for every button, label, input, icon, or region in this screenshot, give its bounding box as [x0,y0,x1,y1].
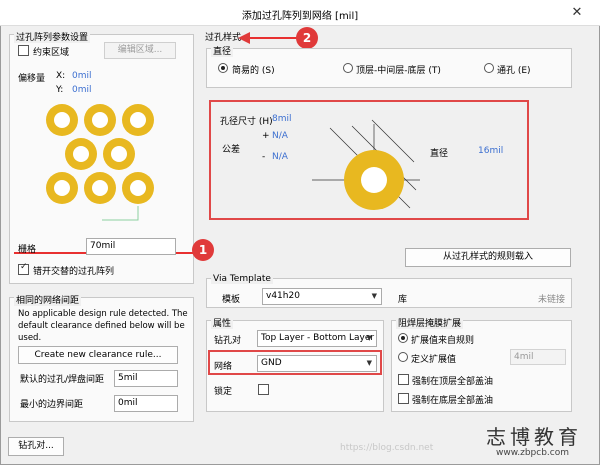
properties-group-label: 属性 [211,316,234,329]
radio-through-hole-label: 通孔 (E) [497,66,531,76]
grid-label: 栅格 [18,245,37,255]
force-bottom-label: 强制在底层全部盖油 [412,396,494,406]
diameter-value[interactable]: 16mil [478,146,503,156]
dropdown-arrow-icon: ▼ [366,359,372,367]
mask-value-input[interactable]: 4mil [510,349,566,365]
watermark-cn: 志博教育 [486,425,582,449]
clearance-note: No applicable design rule detected. The … [18,309,188,343]
radio-top-mid-bottom-label: 顶层-中间层-底层 (T) [356,66,441,76]
grid-dimension-line [102,206,139,221]
drill-pair-label: 钻孔对 [214,336,242,346]
close-icon[interactable]: ✕ [566,4,588,22]
diameter-value-label: 直径 [430,149,449,159]
hole-size-value[interactable]: 8mil [272,114,292,124]
arrow-left-icon [238,32,250,44]
template-label: 模板 [222,295,241,305]
marker-1: 1 [192,239,214,261]
via-hole-shape [361,167,387,193]
hole-size-label: 孔径尺寸 (H) [220,117,273,127]
offset-y-label: Y: [56,85,64,95]
mask-rule-radio[interactable] [398,333,408,343]
stagger-label: 错开交替的过孔阵列 [33,267,115,277]
net-dropdown-value: GND [261,358,282,368]
lock-checkbox[interactable] [258,384,269,395]
radio-simple-label: 简易的 (S) [232,66,275,76]
via-array-preview [46,104,154,221]
load-from-rule-button[interactable]: 从过孔样式的规则载入 [405,248,571,267]
radio-top-mid-bottom[interactable] [343,63,353,73]
via-array-row-3 [46,172,154,204]
constrain-region-checkbox[interactable] [18,45,29,56]
drill-pairs-button[interactable]: 钻孔对... [8,437,64,456]
default-clearance-input[interactable]: 5mil [114,370,178,387]
via-diagram [312,119,420,210]
clearance-group-label: 相同的网络间距 [14,293,82,306]
via-array-row-2 [65,138,135,170]
watermark-site: www.zbpcb.com [496,448,570,458]
min-border-label: 最小的边界间距 [20,400,84,410]
mask-specify-label: 定义扩展值 [411,355,457,365]
min-border-input[interactable]: 0mil [114,395,178,412]
force-bottom-checkbox[interactable] [398,393,409,404]
offset-x-value: 0mil [72,71,92,81]
net-dropdown[interactable]: GND ▼ [257,355,377,372]
tolerance-plus-sign: + [262,131,270,141]
marker-2: 2 [296,27,318,49]
via-array-row-1 [46,104,154,136]
template-dropdown-value: v41h20 [266,291,300,301]
mask-rule-label: 扩展值来自规则 [411,336,475,346]
offset-label: 偏移量 [18,74,46,84]
edit-region-button[interactable]: 编辑区域... [104,42,176,59]
via-style-group-label: 过孔样式 [205,33,242,43]
library-label: 库 [398,295,408,305]
force-top-label: 强制在顶层全部盖油 [412,377,494,387]
lock-label: 锁定 [214,387,233,397]
template-group-label: Via Template [211,274,273,284]
constrain-region-label: 约束区域 [33,48,70,58]
offset-y-value: 0mil [72,85,92,95]
grid-input[interactable]: 70mil [86,238,176,255]
tolerance-plus-value[interactable]: N/A [272,131,288,141]
offset-x-label: X: [56,71,66,81]
create-clearance-rule-button[interactable]: Create new clearance rule... [18,346,178,364]
tolerance-label: 公差 [222,145,241,155]
library-status: 未链接 [538,295,566,305]
dropdown-arrow-icon: ▼ [371,292,377,300]
mask-group-label: 阻焊层掩膜扩展 [396,316,464,329]
template-dropdown[interactable]: v41h20 ▼ [262,288,382,305]
radio-simple[interactable] [218,63,228,73]
diameter-group-label: 直径 [211,44,234,57]
tolerance-minus-sign: - [262,152,266,162]
net-label: 网络 [214,362,233,372]
window-title: 添加过孔阵列到网络 [mil] [241,11,359,22]
default-clearance-label: 默认的过孔/焊盘间距 [20,375,105,385]
watermark-url: https://blog.csdn.net [340,443,434,453]
drill-pair-dropdown-value: Top Layer - Bottom Layer [261,333,375,343]
radio-through-hole[interactable] [484,63,494,73]
force-top-checkbox[interactable] [398,374,409,385]
dropdown-arrow-icon: ▼ [366,334,372,342]
mask-specify-radio[interactable] [398,352,408,362]
tolerance-minus-value[interactable]: N/A [272,152,288,162]
params-group-label: 过孔阵列参数设置 [14,30,91,43]
drill-pair-dropdown[interactable]: Top Layer - Bottom Layer ▼ [257,330,377,347]
stagger-checkbox[interactable] [18,262,29,275]
